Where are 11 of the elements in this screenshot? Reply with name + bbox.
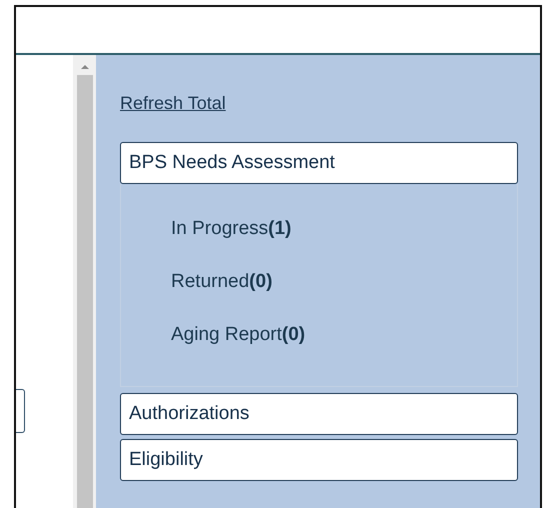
- section-header[interactable]: Authorizations: [120, 393, 518, 435]
- scrollbar[interactable]: [73, 55, 96, 508]
- scrollbar-thumb[interactable]: [76, 75, 92, 508]
- scroll-up-icon[interactable]: [80, 65, 88, 69]
- refresh-total-link[interactable]: Refresh Total: [120, 93, 226, 114]
- status-link[interactable]: Aging Report(0): [171, 324, 306, 346]
- input-field[interactable]: [16, 389, 25, 433]
- section-header[interactable]: BPS Needs Assessment: [120, 142, 518, 184]
- status-link[interactable]: In Progress(1): [171, 218, 292, 240]
- status-link[interactable]: Returned(0): [171, 271, 272, 293]
- section-header[interactable]: Eligibility: [120, 439, 518, 481]
